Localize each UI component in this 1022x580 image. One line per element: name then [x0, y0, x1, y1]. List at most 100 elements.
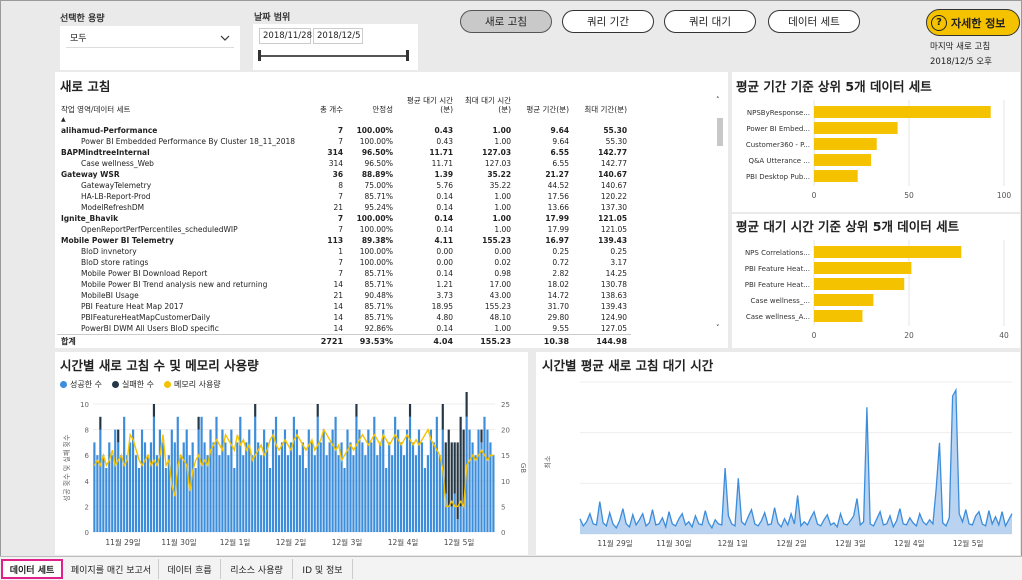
bar[interactable]	[814, 154, 871, 166]
success-bar[interactable]	[245, 442, 248, 532]
success-bar[interactable]	[182, 442, 185, 532]
success-bar[interactable]	[313, 455, 316, 532]
success-bar[interactable]	[102, 455, 105, 532]
table-row[interactable]: BloD store ratings 7 100.00% 0.00 0.02 0.72 3.…	[57, 257, 631, 268]
bar[interactable]	[814, 138, 877, 150]
success-bar[interactable]	[474, 455, 477, 532]
table-row[interactable]: Ignite_Bhavik 7 100.00% 0.14 1.00 17.99 121.05	[57, 213, 631, 224]
success-bar[interactable]	[310, 442, 313, 532]
success-bar[interactable]	[289, 442, 293, 532]
success-bar[interactable]	[486, 429, 489, 532]
success-bar[interactable]	[426, 455, 429, 532]
success-bar[interactable]	[408, 416, 412, 532]
success-bar[interactable]	[188, 455, 191, 532]
column-header[interactable]: 평균 기간(분)	[515, 92, 573, 114]
table-row[interactable]: Power BI Embedded Performance By Cluster…	[57, 136, 631, 147]
failure-bar[interactable]	[459, 416, 462, 507]
bar[interactable]	[814, 246, 962, 258]
success-bar[interactable]	[301, 442, 304, 532]
success-bar[interactable]	[129, 442, 132, 532]
success-bar[interactable]	[197, 429, 200, 532]
table-row[interactable]: Mobile Power BI Telemetry 113 89.38% 4.11 15…	[57, 235, 631, 246]
success-bar[interactable]	[456, 519, 459, 532]
failure-bar[interactable]	[480, 429, 483, 443]
success-bar[interactable]	[304, 468, 307, 532]
legend-memory[interactable]: 메모리 사용량	[163, 379, 221, 390]
success-bar[interactable]	[316, 416, 319, 532]
failure-bar[interactable]	[447, 429, 450, 507]
success-bar[interactable]	[96, 455, 99, 532]
success-bar[interactable]	[468, 429, 471, 532]
scroll-down-icon[interactable]: ˅	[716, 324, 720, 332]
success-bar[interactable]	[388, 442, 391, 532]
tab-resource-usage[interactable]: 리소스 사용량	[221, 559, 293, 579]
success-bar[interactable]	[295, 429, 298, 532]
success-bar[interactable]	[483, 416, 486, 532]
success-bar[interactable]	[376, 455, 379, 532]
success-bar[interactable]	[364, 455, 367, 532]
success-bar[interactable]	[99, 429, 102, 532]
success-bar[interactable]	[236, 442, 239, 532]
date-end-input[interactable]: 2018/12/5	[313, 28, 363, 44]
bar[interactable]	[814, 122, 898, 134]
failure-bar[interactable]	[254, 404, 257, 417]
success-bar[interactable]	[185, 429, 188, 532]
bar[interactable]	[814, 278, 905, 290]
success-bar[interactable]	[140, 429, 144, 532]
table-row[interactable]: BAPMindtreeInternal 314 96.50% 11.71 127.03 6…	[57, 147, 631, 158]
success-bar[interactable]	[268, 468, 272, 532]
success-bar[interactable]	[224, 442, 227, 532]
success-bar[interactable]	[114, 429, 117, 532]
tab-datasets[interactable]: 데이터 세트	[1, 559, 63, 579]
failure-bar[interactable]	[408, 404, 412, 417]
bar[interactable]	[814, 106, 991, 118]
success-bar[interactable]	[283, 429, 287, 532]
success-bar[interactable]	[337, 455, 340, 532]
success-bar[interactable]	[414, 455, 418, 532]
table-row[interactable]: PBI Feature Heat Map 2017 14 85.71% 18.95 15…	[57, 301, 631, 312]
column-header[interactable]: 작업 영역/데이터 세트	[57, 92, 299, 114]
column-header[interactable]: 최대 기간(분)	[573, 92, 631, 114]
success-bar[interactable]	[227, 455, 230, 532]
success-bar[interactable]	[274, 416, 278, 532]
date-slider-start-handle[interactable]	[258, 50, 261, 61]
legend-failure[interactable]: 실패한 수	[111, 379, 154, 390]
success-bar[interactable]	[346, 429, 349, 532]
success-bar[interactable]	[477, 429, 480, 532]
success-bar[interactable]	[370, 442, 373, 532]
refresh-button[interactable]: 새로 고침	[460, 10, 552, 33]
table-row[interactable]: PBIFeatureHeatMapCustomerDaily 14 85.71% 4.…	[57, 312, 631, 323]
success-bar[interactable]	[429, 429, 432, 532]
table-row[interactable]: PowerBI DWM All Users BloD specific 14 92.…	[57, 323, 631, 335]
success-bar[interactable]	[328, 442, 331, 532]
date-start-input[interactable]: 2018/11/28	[259, 28, 312, 44]
success-bar[interactable]	[462, 506, 465, 532]
success-bar[interactable]	[286, 455, 290, 532]
scroll-up-icon[interactable]: ˄	[716, 96, 720, 104]
success-bar[interactable]	[260, 455, 263, 532]
tab-id-info[interactable]: ID 및 정보	[293, 559, 353, 579]
scroll-thumb[interactable]	[717, 118, 723, 146]
success-bar[interactable]	[134, 455, 138, 532]
query-wait-button[interactable]: 쿼리 대기	[664, 10, 756, 33]
success-bar[interactable]	[111, 455, 114, 532]
success-bar[interactable]	[242, 455, 245, 532]
success-bar[interactable]	[349, 442, 352, 532]
wait-line[interactable]	[579, 387, 1013, 530]
failure-bar[interactable]	[444, 442, 447, 494]
more-info-button[interactable]: ? 자세한 정보	[926, 9, 1020, 36]
table-row[interactable]: Mobile Power BI Trend analysis new and r…	[57, 279, 631, 290]
success-bar[interactable]	[239, 416, 242, 532]
failure-bar[interactable]	[117, 429, 120, 443]
success-bar[interactable]	[334, 416, 337, 532]
success-bar[interactable]	[257, 442, 260, 532]
success-bar[interactable]	[218, 455, 221, 532]
success-bar[interactable]	[251, 455, 254, 532]
success-bar[interactable]	[105, 468, 108, 532]
date-slider-track[interactable]	[259, 55, 409, 57]
column-header[interactable]: 평균 대기 시간(분)	[397, 92, 457, 114]
success-bar[interactable]	[266, 442, 269, 532]
table-row[interactable]: ModelRefreshDM 21 95.24% 0.14 1.00 13.66 137.3…	[57, 202, 631, 213]
success-bar[interactable]	[423, 468, 427, 532]
success-bar[interactable]	[405, 429, 409, 532]
